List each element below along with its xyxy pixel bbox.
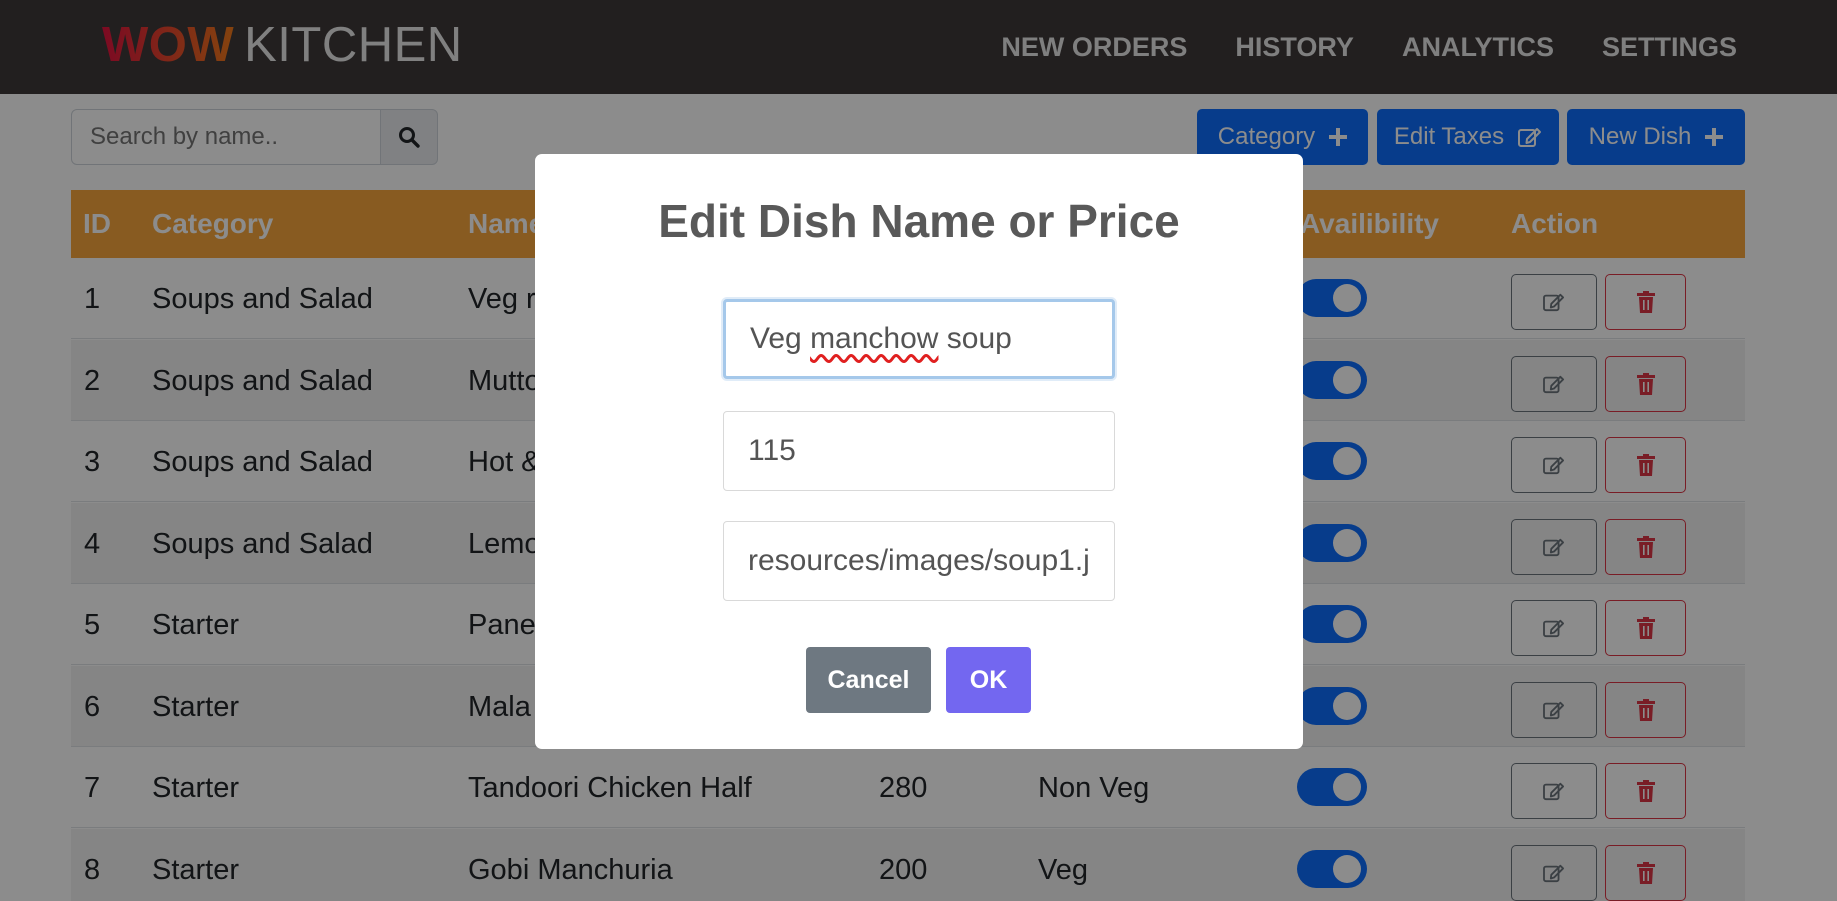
dish-price-input[interactable]: [723, 411, 1115, 491]
ok-button[interactable]: OK: [946, 647, 1031, 713]
dish-name-value: Veg manchow soup: [750, 322, 1012, 355]
dish-name-input[interactable]: Veg manchow soup: [723, 299, 1115, 379]
cancel-button[interactable]: Cancel: [806, 647, 931, 713]
modal-title: Edit Dish Name or Price: [658, 195, 1180, 247]
dish-image-path-input[interactable]: [723, 521, 1115, 601]
edit-dish-modal: Edit Dish Name or Price Veg manchow soup…: [535, 154, 1303, 749]
